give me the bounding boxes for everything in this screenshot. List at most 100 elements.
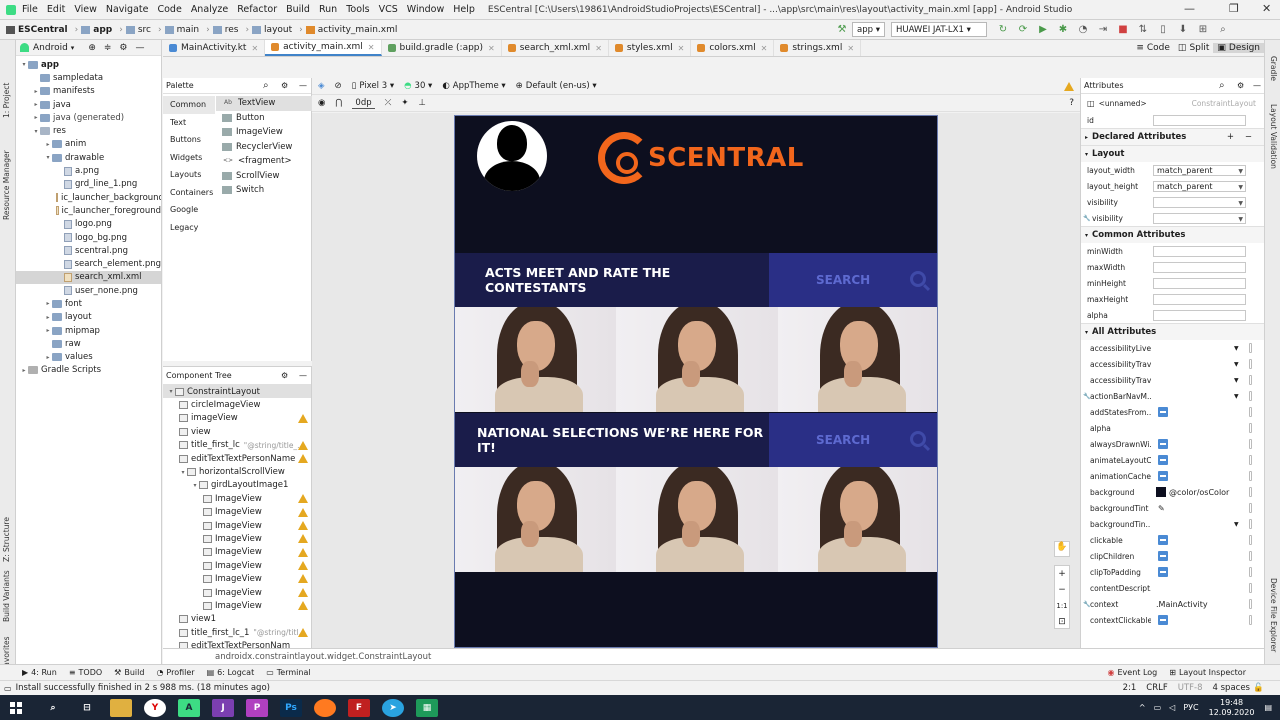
close-icon[interactable]: ✕	[678, 44, 685, 53]
menu-item-edit[interactable]: Edit	[47, 4, 65, 15]
debug-icon[interactable]: ✱	[1056, 23, 1070, 37]
file-explorer-icon[interactable]	[110, 698, 132, 717]
menu-item-code[interactable]: Code	[157, 4, 181, 15]
zoom-in-icon[interactable]: +	[1055, 566, 1069, 582]
checkbox-indeterminate[interactable]	[1158, 455, 1168, 465]
attribute-value[interactable]: ▼	[1153, 196, 1246, 208]
layout-section[interactable]: ▾ Layout	[1081, 145, 1264, 162]
stop-icon[interactable]: ■	[1116, 23, 1130, 37]
menu-item-file[interactable]: File	[22, 4, 38, 15]
apply-changes-icon[interactable]: ⟳	[1016, 23, 1030, 37]
remove-icon[interactable]: −	[1245, 132, 1252, 142]
status-field[interactable]: 2:1	[1123, 683, 1137, 693]
help-icon[interactable]: ?	[1069, 98, 1074, 108]
search-icon[interactable]	[910, 431, 926, 447]
network-icon[interactable]: ▭	[1154, 703, 1162, 712]
warning-icon[interactable]	[298, 628, 308, 638]
id-field[interactable]	[1153, 114, 1246, 126]
component-tree-item[interactable]: ▾ girdLayoutImage1	[163, 479, 311, 492]
chevron-down-icon[interactable]: ▼	[1234, 521, 1239, 528]
layout-validation-tab[interactable]: Layout Validation	[1269, 104, 1278, 169]
attribute-resource-icon[interactable]	[1249, 519, 1252, 529]
search-icon[interactable]: ⌕	[1219, 80, 1225, 91]
menu-item-build[interactable]: Build	[286, 4, 310, 15]
chevron-icon[interactable]: ▸	[32, 114, 40, 121]
warning-icon[interactable]	[298, 507, 308, 517]
chevron-down-icon[interactable]: ▼	[1234, 377, 1239, 384]
filezilla-icon[interactable]: F	[348, 698, 370, 717]
component-tree-item[interactable]: view	[163, 425, 311, 438]
menu-item-help[interactable]: Help	[453, 4, 475, 15]
gear-icon[interactable]: ⚙	[1237, 81, 1244, 90]
lock-icon[interactable]: 🔓	[1253, 683, 1264, 693]
chevron-icon[interactable]: ▸	[32, 88, 40, 95]
hide-icon[interactable]: —	[135, 43, 144, 53]
project-tree-item[interactable]: ▾ app	[16, 58, 161, 71]
chevron-down-icon[interactable]: ▼	[1234, 393, 1239, 400]
component-tree-item[interactable]: ImageView	[163, 559, 311, 572]
layers-icon[interactable]: ◈	[318, 81, 325, 91]
attribute-resource-icon[interactable]	[1249, 343, 1252, 353]
attribute-value[interactable]	[1153, 309, 1246, 321]
chevron-down-icon[interactable]: ▼	[1234, 345, 1239, 352]
phone-preview[interactable]: SCENTRAL ACTS MEET AND RATE THE CONTESTA…	[454, 115, 938, 648]
component-tree-item[interactable]: ImageView	[163, 506, 311, 519]
project-tree-item[interactable]: logo_bg.png	[16, 231, 161, 244]
palette-item[interactable]: ImageView	[216, 125, 312, 140]
project-tree-item[interactable]: a.png	[16, 164, 161, 177]
add-icon[interactable]: +	[1227, 132, 1234, 142]
menu-item-run[interactable]: Run	[319, 4, 337, 15]
breadcrumb-item[interactable]: src	[125, 25, 151, 35]
menu-item-vcs[interactable]: VCS	[379, 4, 398, 15]
attribute-value[interactable]	[1153, 261, 1246, 273]
tab-activity-main-xml[interactable]: activity_main.xml ✕	[265, 40, 382, 56]
checkbox-indeterminate[interactable]	[1158, 535, 1168, 545]
palette-category-common[interactable]: Common	[163, 96, 215, 114]
warning-icon[interactable]	[298, 440, 308, 450]
pan-icon[interactable]: ✋	[1054, 541, 1070, 557]
project-tree-item[interactable]: ▾ res	[16, 124, 161, 137]
notification-icon[interactable]: ▤	[1264, 703, 1272, 712]
avd-manager-icon[interactable]: ▯	[1156, 23, 1170, 37]
chevron-icon[interactable]: ▸	[44, 354, 52, 361]
component-tree-item[interactable]: circleImageView	[163, 398, 311, 411]
tab-strings-xml[interactable]: strings.xml ✕	[774, 40, 862, 56]
project-tree-item[interactable]: user_none.png	[16, 284, 161, 297]
project-tree-item[interactable]: ▸ layout	[16, 311, 161, 324]
component-tree-item[interactable]: ImageView	[163, 492, 311, 505]
gear-icon[interactable]: ⚙	[281, 81, 288, 90]
structure-tab[interactable]: Z: Structure	[2, 517, 11, 562]
jetbrains-icon[interactable]: J	[212, 698, 234, 717]
tab-colors-xml[interactable]: colors.xml ✕	[691, 40, 775, 56]
project-tool-tab[interactable]: 1: Project	[2, 83, 11, 118]
profile-icon[interactable]: ◔	[1076, 23, 1090, 37]
project-tree-item[interactable]: ic_launcher_foreground	[16, 204, 161, 217]
close-icon[interactable]: ✕	[761, 44, 768, 53]
photoshop-icon[interactable]: Ps	[280, 698, 302, 717]
attribute-value[interactable]	[1153, 293, 1246, 305]
status-field[interactable]: CRLF	[1146, 683, 1167, 693]
component-tree-item[interactable]: ImageView	[163, 532, 311, 545]
search-icon[interactable]: ⌕	[263, 80, 269, 91]
chevron-down-icon[interactable]: ▾	[191, 482, 199, 489]
chevron-down-icon[interactable]: ▼	[1238, 183, 1243, 192]
warning-icon[interactable]	[298, 453, 308, 463]
breadcrumb-item[interactable]: activity_main.xml	[305, 25, 397, 35]
sdk-manager-icon[interactable]: ⬇	[1176, 23, 1190, 37]
layout-inspector-icon[interactable]: ⊞	[1196, 23, 1210, 37]
chevron-down-icon[interactable]: ▼	[1234, 361, 1239, 368]
sync-icon[interactable]: ⇅	[1136, 23, 1150, 37]
yandex-icon[interactable]: Y	[144, 698, 166, 717]
attribute-value[interactable]: match_parent ▼	[1153, 180, 1246, 192]
chevron-icon[interactable]: ▸	[20, 367, 28, 374]
firefox-icon[interactable]	[314, 698, 336, 717]
project-tree-item[interactable]: ▸ java	[16, 98, 161, 111]
chevron-icon[interactable]: ▾	[20, 61, 28, 68]
palette-category-google[interactable]: Google	[163, 201, 215, 219]
breadcrumb-item[interactable]: res	[212, 25, 238, 35]
checkbox-indeterminate[interactable]	[1158, 567, 1168, 577]
attribute-value-text[interactable]: @color/osColor	[1169, 488, 1229, 497]
project-tree-item[interactable]: raw	[16, 337, 161, 350]
palette-item[interactable]: Switch	[216, 183, 312, 198]
tab-mainactivity-kt[interactable]: MainActivity.kt ✕	[163, 40, 266, 56]
